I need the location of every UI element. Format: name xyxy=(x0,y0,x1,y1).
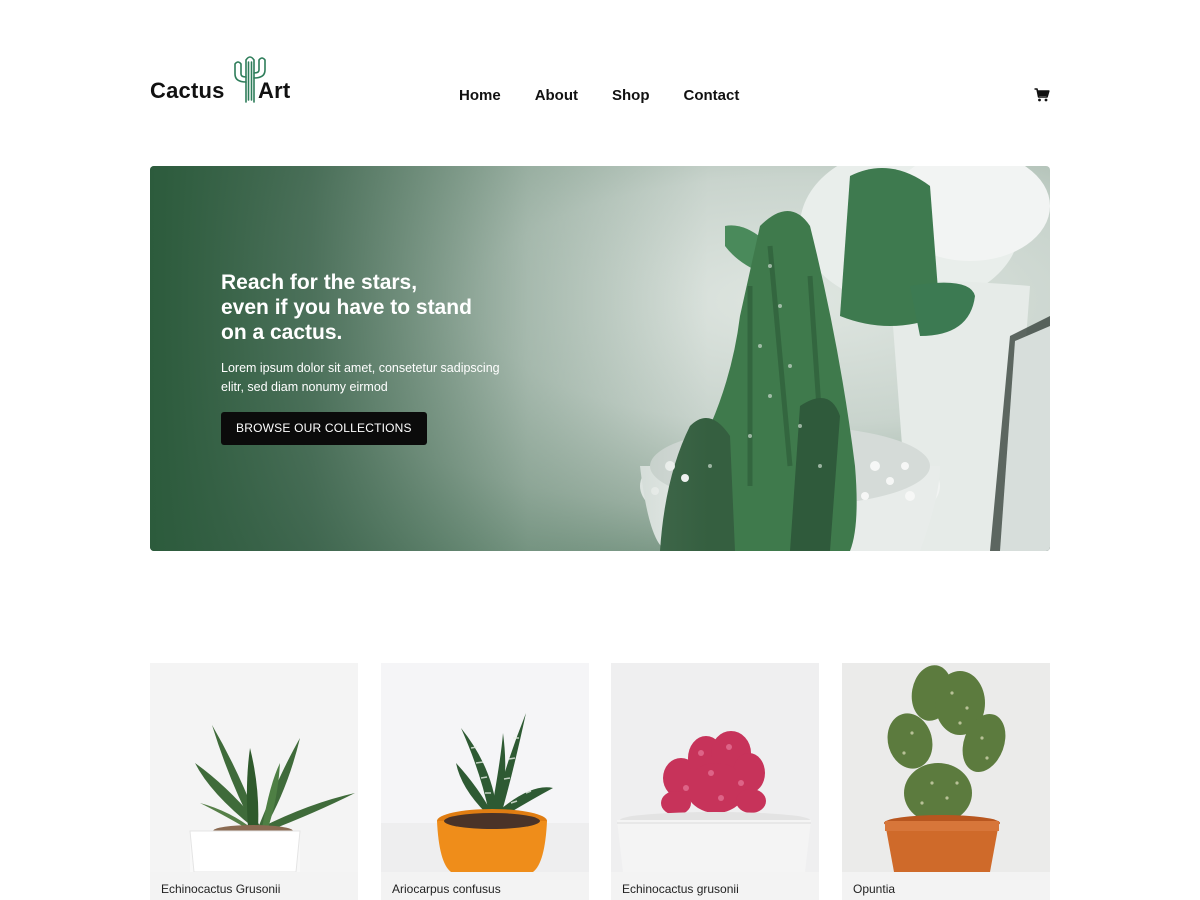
site-header: Cactus Art Home About Shop Contact xyxy=(150,50,1050,110)
hero-content: Reach for the stars, even if you have to… xyxy=(221,270,541,445)
product-caption: Ariocarpus confusus xyxy=(381,872,589,900)
product-card[interactable]: Echinocactus grusonii xyxy=(611,663,819,900)
hero-title-line-2: even if you have to stand xyxy=(221,296,472,319)
hero-title-line-1: Reach for the stars, xyxy=(221,271,418,294)
product-card[interactable]: Echinocactus Grusonii xyxy=(150,663,358,900)
product-caption: Echinocactus grusonii xyxy=(611,872,819,900)
product-grid: Echinocactus Grusonii Ariocarpus confusu… xyxy=(150,663,1050,900)
product-image-opuntia xyxy=(842,663,1050,872)
product-name: Ariocarpus confusus xyxy=(392,882,501,896)
product-image-aloe xyxy=(150,663,358,872)
product-image-haworthia xyxy=(381,663,589,872)
hero-title: Reach for the stars, even if you have to… xyxy=(221,270,541,345)
hero-banner: Reach for the stars, even if you have to… xyxy=(150,166,1050,551)
nav-home[interactable]: Home xyxy=(459,87,501,104)
product-name: Echinocactus grusonii xyxy=(622,882,739,896)
product-image-red-cactus xyxy=(611,663,819,872)
logo-text-cactus: Cactus xyxy=(150,78,225,103)
product-caption: Echinocactus Grusonii xyxy=(150,872,358,900)
nav-about[interactable]: About xyxy=(535,87,578,104)
product-card[interactable]: Ariocarpus confusus xyxy=(381,663,589,900)
cart-icon[interactable] xyxy=(1034,87,1050,103)
product-card[interactable]: Opuntia xyxy=(842,663,1050,900)
browse-collections-button[interactable]: BROWSE OUR COLLECTIONS xyxy=(221,412,427,445)
logo-text-art: Art xyxy=(258,78,291,103)
nav-contact[interactable]: Contact xyxy=(684,87,740,104)
main-nav: Home About Shop Contact xyxy=(459,87,773,104)
nav-shop[interactable]: Shop xyxy=(612,87,650,104)
hero-title-line-3: on a cactus. xyxy=(221,321,343,344)
product-caption: Opuntia xyxy=(842,872,1050,900)
product-name: Echinocactus Grusonii xyxy=(161,882,281,896)
hero-description: Lorem ipsum dolor sit amet, consetetur s… xyxy=(221,361,500,394)
product-name: Opuntia xyxy=(853,882,896,896)
